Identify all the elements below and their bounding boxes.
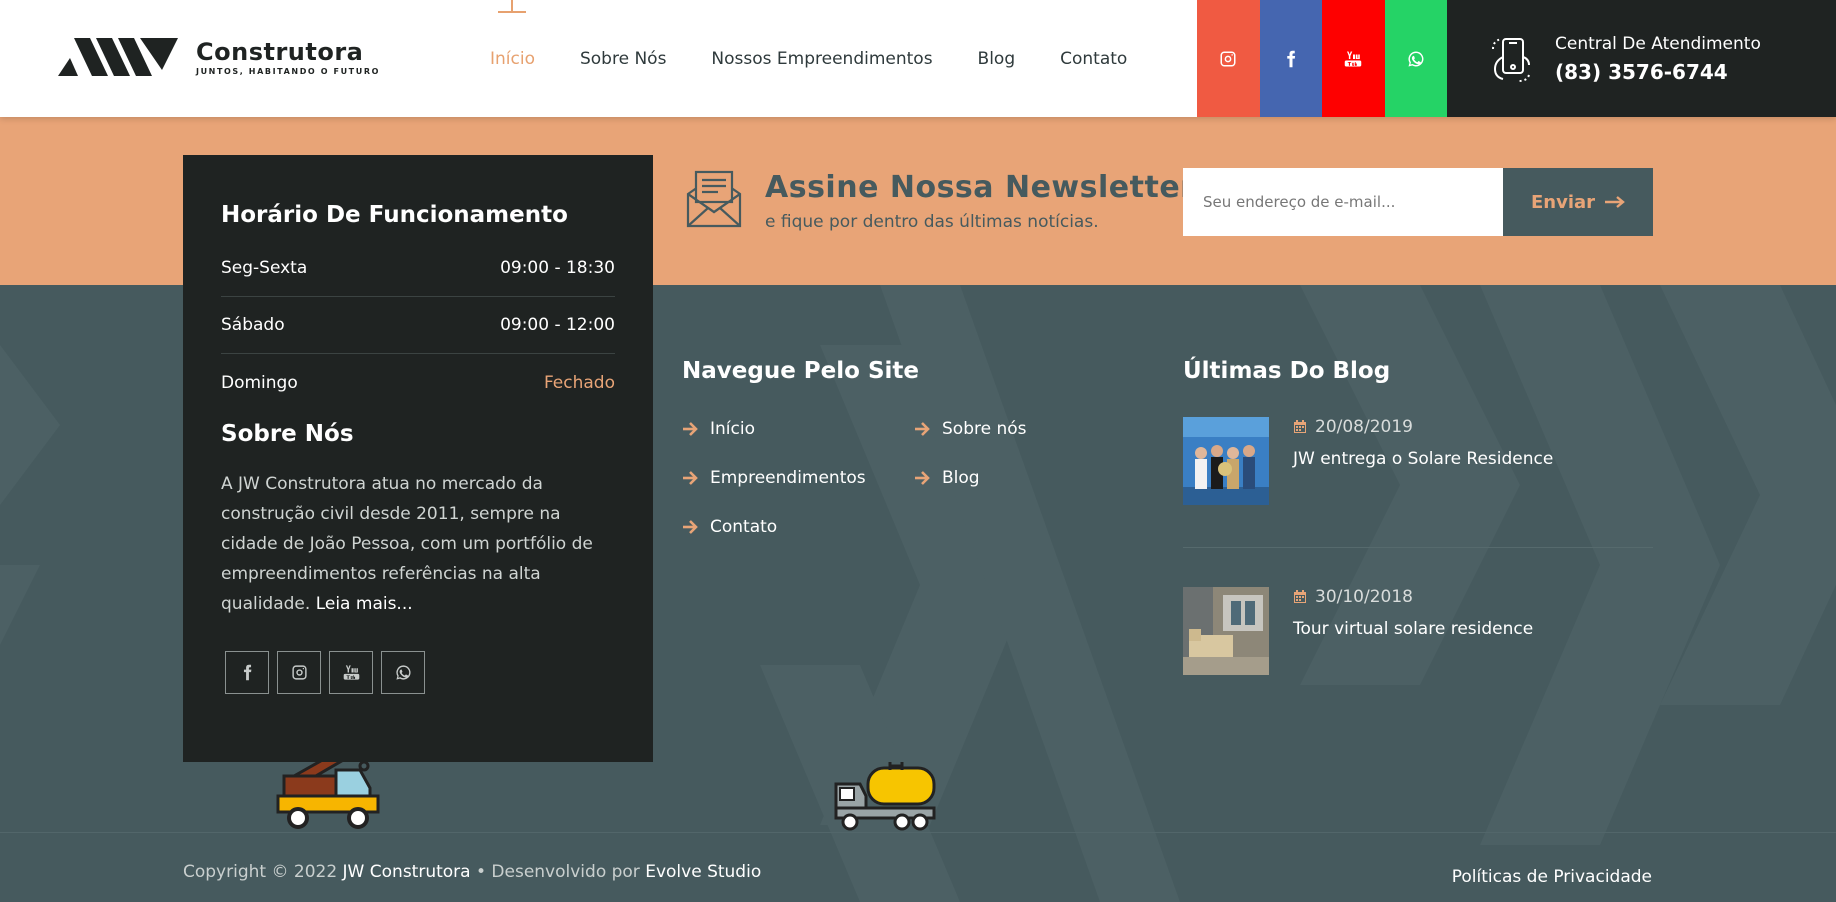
blog-date: 30/10/2018 — [1293, 587, 1533, 607]
callcenter-label: Central De Atendimento — [1555, 33, 1761, 54]
blog-date: 20/08/2019 — [1293, 417, 1553, 437]
calendar-icon — [1294, 590, 1306, 603]
blog-thumbnail[interactable] — [1183, 417, 1269, 505]
footer-link-empreendimentos[interactable]: Empreendimentos — [682, 467, 914, 489]
newsletter-email-input[interactable] — [1183, 168, 1503, 236]
info-panel: Horário De Funcionamento Seg-Sexta 09:00… — [183, 155, 653, 762]
hours-time-closed: Fechado — [543, 372, 615, 393]
footer-link-contato[interactable]: Contato — [682, 516, 914, 538]
active-marker-icon — [498, 0, 527, 13]
arrow-right-icon — [915, 422, 930, 436]
nav-item-sobre-nos[interactable]: Sobre Nós — [580, 49, 666, 69]
footer-link-blog[interactable]: Blog — [914, 467, 1062, 489]
hours-day: Seg-Sexta — [221, 258, 308, 278]
hours-day: Sábado — [221, 315, 285, 335]
panel-facebook-button[interactable] — [225, 651, 269, 694]
copyright-text: Copyright © 2022 JW Construtora • Desenv… — [183, 862, 762, 882]
about-text: A JW Construtora atua no mercado da cons… — [221, 474, 593, 614]
developer-link[interactable]: Evolve Studio — [645, 862, 761, 882]
blog-thumbnail[interactable] — [1183, 587, 1269, 675]
blog-divider — [1183, 547, 1653, 548]
phone-support-icon — [1492, 37, 1530, 82]
brand-tagline: JUNTOS, HABITANDO O FUTURO — [196, 66, 380, 76]
main-nav: Início Sobre Nós Nossos Empreendimentos … — [490, 0, 1127, 117]
newsletter-title: Assine Nossa Newsletter — [765, 170, 1196, 205]
header-youtube-button[interactable] — [1322, 0, 1385, 117]
whatsapp-icon — [1408, 51, 1424, 66]
jw-logo-icon — [58, 38, 178, 76]
blog-post-title[interactable]: Tour virtual solare residence — [1293, 619, 1533, 639]
read-more-link[interactable]: Leia mais... — [316, 594, 413, 614]
sitenav-links: Início Sobre nós Empreendimentos Blog Co… — [682, 418, 1062, 538]
sitenav-title: Navegue Pelo Site — [682, 358, 919, 384]
newsletter-submit-button[interactable]: Enviar — [1503, 168, 1653, 236]
callcenter-phone[interactable]: (83) 3576-6744 — [1555, 60, 1761, 84]
panel-social-links — [225, 651, 615, 694]
hours-day: Domingo — [221, 372, 298, 393]
tanker-truck-icon — [834, 762, 936, 831]
youtube-icon — [343, 665, 359, 680]
blog-post-title[interactable]: JW entrega o Solare Residence — [1293, 449, 1553, 469]
footer-link-sobre-nos[interactable]: Sobre nós — [914, 418, 1062, 440]
arrow-right-icon — [1605, 196, 1625, 208]
brand-name: Construtora — [196, 37, 364, 66]
hours-title: Horário De Funcionamento — [221, 202, 568, 228]
newsletter-subtitle: e fique por dentro das últimas notícias. — [765, 212, 1099, 232]
hours-time: 09:00 - 12:00 — [500, 315, 615, 335]
hours-row: Sábado 09:00 - 12:00 — [221, 297, 615, 354]
arrow-right-icon — [683, 422, 698, 436]
site-header: Construtora JUNTOS, HABITANDO O FUTURO I… — [0, 0, 1836, 117]
arrow-right-icon — [683, 520, 698, 534]
hours-row: Seg-Sexta 09:00 - 18:30 — [221, 240, 615, 297]
brand-logo[interactable]: Construtora JUNTOS, HABITANDO O FUTURO — [58, 38, 380, 76]
nav-item-contato[interactable]: Contato — [1060, 49, 1127, 69]
blog-photo-image — [1183, 587, 1269, 675]
arrow-right-icon — [915, 471, 930, 485]
company-link[interactable]: JW Construtora — [343, 862, 471, 882]
nav-item-empreendimentos[interactable]: Nossos Empreendimentos — [711, 49, 932, 69]
hours-time: 09:00 - 18:30 — [500, 258, 615, 278]
nav-item-blog[interactable]: Blog — [978, 49, 1016, 69]
instagram-icon — [1220, 51, 1236, 66]
instagram-icon — [291, 665, 307, 680]
footer-link-inicio[interactable]: Início — [682, 418, 914, 440]
blog-title: Últimas Do Blog — [1183, 358, 1391, 384]
footer-divider — [0, 832, 1836, 833]
hours-row: Domingo Fechado — [221, 354, 615, 411]
privacy-policy-link[interactable]: Políticas de Privacidade — [1452, 867, 1652, 887]
callcenter-box[interactable]: Central De Atendimento (83) 3576-6744 — [1447, 0, 1836, 117]
newsletter-envelope-icon — [686, 170, 742, 228]
nav-item-inicio[interactable]: Início — [490, 0, 535, 69]
panel-instagram-button[interactable] — [277, 651, 321, 694]
header-whatsapp-button[interactable] — [1384, 0, 1447, 117]
blog-photo-image — [1183, 417, 1269, 505]
youtube-icon — [1345, 51, 1362, 66]
facebook-icon — [1287, 50, 1295, 67]
header-instagram-button[interactable] — [1197, 0, 1260, 117]
facebook-icon — [243, 664, 251, 681]
blog-post[interactable]: 20/08/2019 JW entrega o Solare Residence — [1183, 417, 1553, 505]
header-facebook-button[interactable] — [1259, 0, 1322, 117]
about-title: Sobre Nós — [221, 421, 354, 447]
arrow-right-icon — [683, 471, 698, 485]
panel-whatsapp-button[interactable] — [381, 651, 425, 694]
whatsapp-icon — [395, 665, 411, 680]
blog-post[interactable]: 30/10/2018 Tour virtual solare residence — [1183, 587, 1533, 675]
panel-youtube-button[interactable] — [329, 651, 373, 694]
header-social-bar — [1197, 0, 1447, 117]
calendar-icon — [1294, 420, 1306, 433]
